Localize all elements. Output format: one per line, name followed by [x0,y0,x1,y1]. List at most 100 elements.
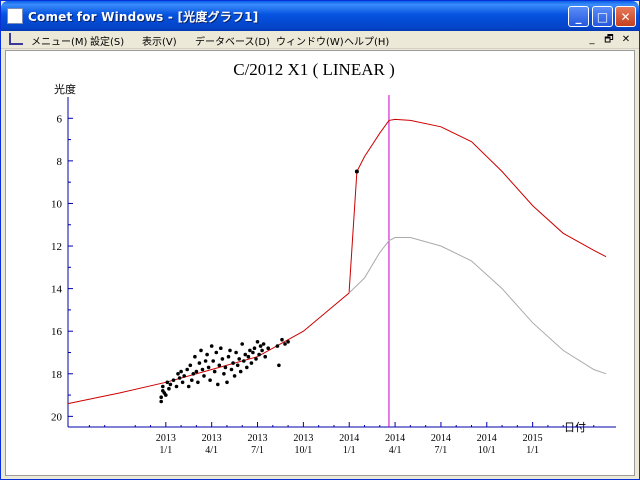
observation-point [249,361,254,365]
observation-point [223,365,228,370]
y-tick-label: 6 [57,113,63,125]
observation-point [251,350,255,355]
y-axis-label: 光度 [54,82,76,96]
title-bar[interactable]: Comet for Windows - [光度グラフ1] _ □ ✕ [1,1,639,31]
observation-point [174,384,179,389]
observation-point [182,374,186,378]
x-tick-date: 7/1 [251,445,264,456]
observation-point [257,352,261,357]
x-tick-date: 10/1 [294,445,312,456]
app-window: Comet for Windows - [光度グラフ1] _ □ ✕ メニュー(… [0,0,640,480]
observation-point [194,369,199,374]
observation-point [176,372,180,376]
observation-point [237,357,241,361]
menu-item-menu[interactable]: メニュー(M) [31,33,87,48]
observation-point [238,369,243,374]
observation-point [220,357,225,361]
observation-point [240,342,244,346]
x-tick-year: 2013 [202,433,222,444]
chart-plot-area [67,95,607,427]
observation-point [205,352,209,357]
comet-app-icon[interactable] [7,8,23,24]
menu-item-settings[interactable]: 設定(S) [90,33,124,48]
y-tick-label: 10 [51,198,63,210]
predicted-total-magnitude-line [67,118,607,405]
observation-point [235,363,240,368]
predicted-nuclear-magnitude-line [348,237,607,375]
observation-point [167,386,171,391]
y-tick-label: 16 [51,326,63,338]
y-tick-label: 20 [51,411,63,423]
observation-point [171,378,176,383]
observation-point [197,361,202,365]
observation-point [191,372,196,376]
chart-axes: 6810121416182020131/120134/120137/120131… [51,97,616,456]
observation-point [254,357,258,361]
x-tick-year: 2014 [385,433,405,444]
observation-point [180,380,185,385]
observation-point [188,363,193,368]
observation-point [255,340,260,344]
observation-point [222,372,226,376]
mdi-restore-button[interactable]: 🗗 [602,33,616,47]
x-tick-date: 10/1 [478,445,496,456]
maximize-button[interactable]: □ [592,6,613,27]
menu-bar: メニュー(M) 設定(S) 表示(V) データベース(D) ウィンドウ(W) ヘ… [1,31,639,49]
observation-point [246,354,251,359]
observation-point [217,363,222,368]
observation-point [177,376,182,380]
graph-client-area: C/2012 X1 ( LINEAR ) 光度 日付 6 8 10 12 14 16 18 2… [5,50,635,476]
observation-point [219,346,223,351]
mdi-close-button[interactable]: ✕ [619,33,633,47]
menu-item-help[interactable]: ヘルプ(H) [344,33,389,48]
observation-point [203,359,208,363]
observation-point [159,399,163,404]
observation-point [179,369,183,374]
y-tick-label: 18 [51,369,63,381]
y-tick-label: 14 [51,284,63,296]
observation-point [159,395,163,400]
observation-point [242,359,246,363]
x-tick-year: 2015 [523,433,543,444]
mdi-minimize-button[interactable]: _ [585,33,599,47]
observation-point [266,346,271,351]
observation-point [165,380,170,385]
minimize-button[interactable]: _ [568,6,589,27]
graph-document-icon[interactable] [9,33,23,45]
observation-point [229,367,234,372]
menu-item-window[interactable]: ウィンドウ(W) [276,33,344,48]
x-tick-year: 2013 [248,433,268,444]
x-tick-year: 2014 [339,433,359,444]
observation-point [161,384,165,389]
observation-point [199,348,203,353]
observation-point [225,380,229,385]
menu-item-view[interactable]: 表示(V) [142,33,177,48]
observation-point [193,354,197,359]
y-tick-label: 12 [51,241,62,253]
x-tick-date: 7/1 [435,445,448,456]
observation-point [168,382,173,387]
chart-title: C/2012 X1 ( LINEAR ) [233,60,394,79]
observation-point [190,378,194,383]
x-tick-date: 1/1 [526,445,539,456]
observation-point [206,365,211,370]
x-tick-date: 1/1 [343,445,356,456]
observation-point [232,374,237,378]
observation-point [209,344,214,348]
observation-point [200,367,205,372]
observation-point [243,352,248,357]
close-button[interactable]: ✕ [615,6,636,27]
x-tick-year: 2013 [156,433,176,444]
observation-point [211,359,215,363]
observation-point [283,342,287,346]
x-tick-year: 2013 [293,433,313,444]
outburst-observation-point [354,169,359,174]
observation-point [214,350,219,355]
menu-item-database[interactable]: データベース(D) [195,33,270,48]
x-tick-year: 2014 [477,433,497,444]
observation-point [245,365,249,370]
x-tick-year: 2014 [431,433,451,444]
observation-point [252,346,257,351]
observation-point [275,344,280,348]
observation-point [231,361,235,365]
